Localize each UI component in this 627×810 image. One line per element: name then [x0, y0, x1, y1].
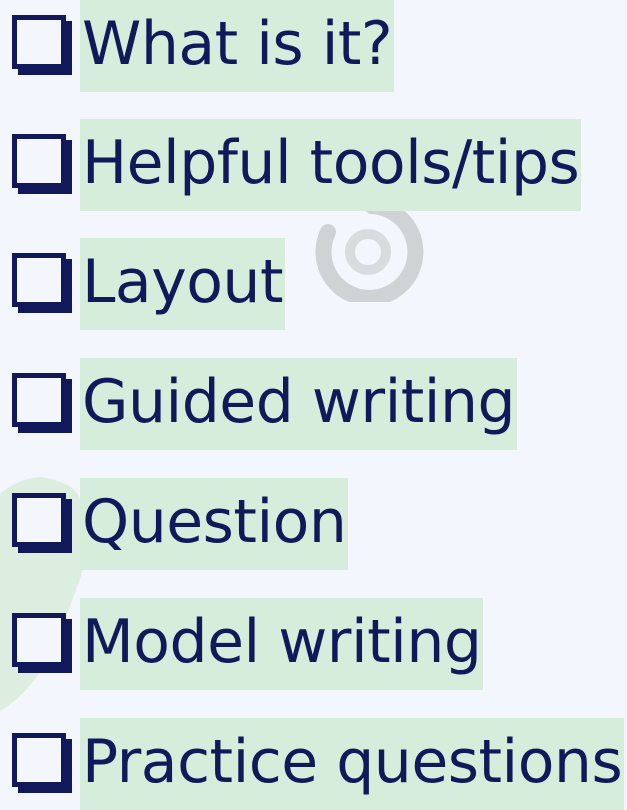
checkbox-icon[interactable] [12, 733, 72, 793]
checkbox-icon[interactable] [12, 15, 72, 75]
checklist-item-practice-questions: Practice questions [12, 718, 625, 810]
checklist-item-label: Practice questions [80, 718, 625, 810]
checklist-item-label: Guided writing [80, 358, 518, 450]
checklist-item-label: Layout [80, 238, 285, 330]
topic-checklist: What is it? Helpful tools/tips Layout Gu… [0, 0, 627, 810]
checklist-item-label: Model writing [80, 598, 484, 690]
checkbox-icon[interactable] [12, 493, 72, 553]
checklist-item-helpful-tools: Helpful tools/tips [12, 119, 582, 211]
checklist-item-model-writing: Model writing [12, 598, 484, 690]
checklist-item-label: What is it? [80, 0, 395, 92]
checklist-item-what-is-it: What is it? [12, 0, 395, 92]
checklist-item-layout: Layout [12, 238, 285, 330]
checklist-item-question: Question [12, 478, 349, 570]
checkbox-icon[interactable] [12, 134, 72, 194]
checkbox-icon[interactable] [12, 613, 72, 673]
checkbox-icon[interactable] [12, 253, 72, 313]
checklist-item-guided-writing: Guided writing [12, 358, 518, 450]
checklist-item-label: Question [80, 478, 349, 570]
checkbox-icon[interactable] [12, 373, 72, 433]
checklist-item-label: Helpful tools/tips [80, 119, 582, 211]
